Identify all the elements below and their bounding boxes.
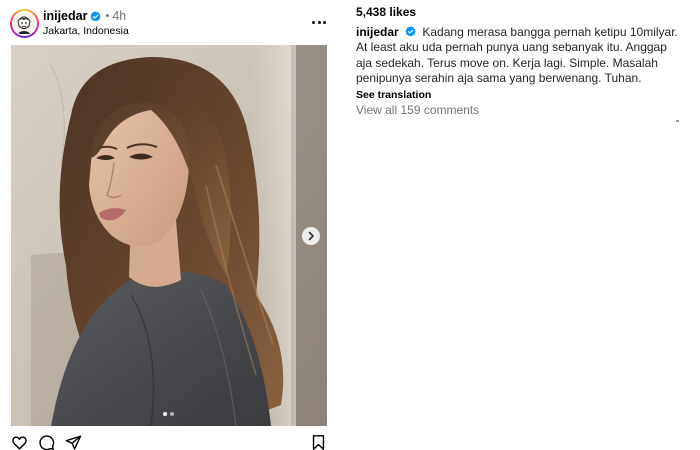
post-username[interactable]: inijedar xyxy=(43,9,87,23)
post-details: 5,438 likes inijedar Kadang merasa bangg… xyxy=(356,4,686,117)
carousel-dot xyxy=(170,412,174,416)
verified-badge-icon xyxy=(90,10,102,22)
carousel-dot-active xyxy=(163,412,167,416)
chevron-right-icon xyxy=(308,231,314,241)
share-icon[interactable] xyxy=(65,434,82,450)
avatar[interactable] xyxy=(10,9,39,38)
next-slide-button[interactable] xyxy=(302,227,320,245)
view-comments-link[interactable]: View all 159 comments xyxy=(356,103,686,117)
bookmark-icon[interactable] xyxy=(310,434,327,450)
post-image[interactable] xyxy=(11,45,327,426)
verified-badge-icon xyxy=(405,26,416,37)
likes-count[interactable]: 5,438 likes xyxy=(356,4,686,20)
post-caption: inijedar Kadang merasa bangga pernah ket… xyxy=(356,25,686,87)
more-options-icon[interactable] xyxy=(308,14,330,30)
see-translation-button[interactable]: See translation xyxy=(356,89,686,101)
divider xyxy=(676,120,679,122)
post-header: inijedar • 4h Jakarta, Indonesia xyxy=(10,8,330,40)
post-location[interactable]: Jakarta, Indonesia xyxy=(43,25,129,37)
caption-username[interactable]: inijedar xyxy=(356,25,399,39)
post-action-bar xyxy=(11,434,327,450)
post-time[interactable]: 4h xyxy=(112,9,126,23)
heart-icon[interactable] xyxy=(11,434,28,450)
carousel-indicator xyxy=(163,412,174,416)
meta-separator: • xyxy=(105,10,110,22)
comment-icon[interactable] xyxy=(38,434,55,450)
